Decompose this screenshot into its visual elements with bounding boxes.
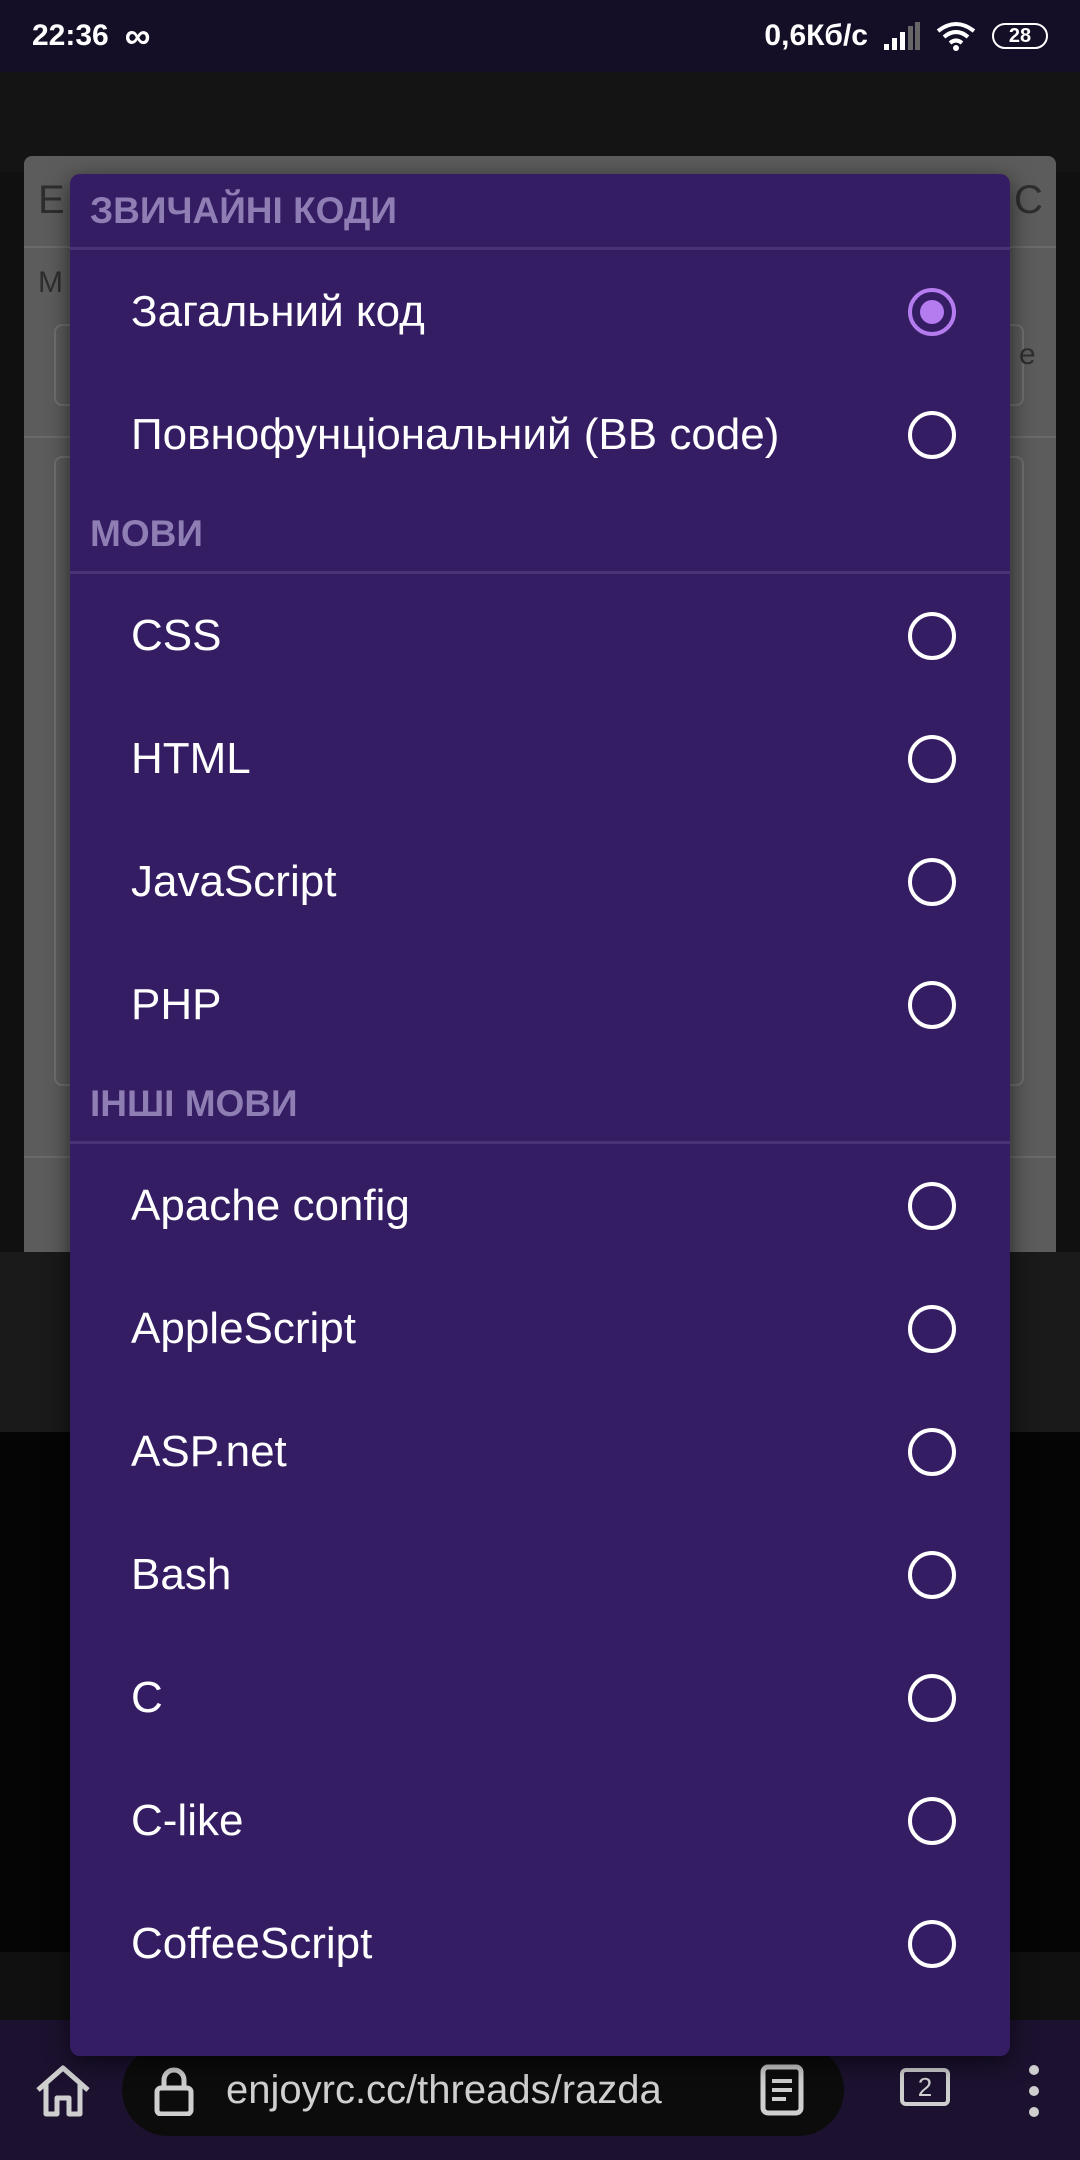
- status-bar-left: 22:36 ∞: [32, 15, 150, 57]
- radio-unselected-icon[interactable]: [908, 611, 956, 660]
- option-php[interactable]: PHP: [70, 943, 1010, 1066]
- background-chevron-fragment: e: [1019, 338, 1036, 371]
- section-header-other-languages: ІНШІ МОВИ: [70, 1066, 1010, 1144]
- wifi-icon: [936, 22, 976, 51]
- radio-unselected-icon[interactable]: [908, 1181, 956, 1230]
- option-asp-net[interactable]: ASP.net: [70, 1390, 1010, 1513]
- option-label: ASP.net: [131, 1426, 287, 1476]
- option-label: PHP: [131, 979, 222, 1029]
- radio-unselected-icon[interactable]: [908, 1427, 956, 1476]
- status-bar: 22:36 ∞ 0,6Кб/с 28: [0, 0, 1080, 72]
- network-speed: 0,6Кб/с: [764, 19, 868, 52]
- option-label: Загальний код: [131, 286, 425, 336]
- option-general-code[interactable]: Загальний код: [70, 250, 1010, 373]
- option-label: CSS: [131, 610, 222, 660]
- background-close-fragment: C: [1014, 178, 1043, 222]
- radio-unselected-icon[interactable]: [908, 1673, 956, 1722]
- background-title-fragment: E: [38, 178, 65, 222]
- option-applescript[interactable]: AppleScript: [70, 1267, 1010, 1390]
- section-title: ІНШІ МОВИ: [90, 1082, 298, 1124]
- section-title: МОВИ: [90, 512, 203, 554]
- option-css[interactable]: CSS: [70, 574, 1010, 697]
- option-label: Повнофунціональний (BB code): [131, 409, 780, 459]
- radio-unselected-icon[interactable]: [908, 734, 956, 783]
- option-javascript[interactable]: JavaScript: [70, 820, 1010, 943]
- option-label: HTML: [131, 733, 251, 783]
- section-header-common-codes: ЗВИЧАЙНІ КОДИ: [70, 174, 1010, 250]
- battery-icon: 28: [992, 23, 1048, 49]
- option-label: C: [131, 1672, 163, 1722]
- radio-unselected-icon[interactable]: [908, 1796, 956, 1845]
- url-text[interactable]: enjoyrc.cc/threads/razda: [226, 2062, 716, 2118]
- radio-unselected-icon[interactable]: [908, 1919, 956, 1968]
- section-title: ЗВИЧАЙНІ КОДИ: [90, 189, 397, 231]
- more-icon[interactable]: [1028, 2064, 1040, 2118]
- option-label: C-like: [131, 1795, 244, 1845]
- option-label: AppleScript: [131, 1303, 357, 1353]
- home-icon[interactable]: [34, 2064, 92, 2118]
- option-label: CoffeeScript: [131, 1918, 373, 1968]
- option-label: Apache config: [131, 1180, 410, 1230]
- option-coffeescript[interactable]: CoffeeScript: [70, 1882, 1010, 2005]
- background-label-fragment: M: [38, 266, 63, 299]
- lock-icon: [154, 2067, 194, 2116]
- radio-unselected-icon[interactable]: [908, 980, 956, 1029]
- radio-unselected-icon[interactable]: [908, 1304, 956, 1353]
- infinity-icon: ∞: [124, 15, 151, 56]
- option-html[interactable]: HTML: [70, 697, 1010, 820]
- option-c[interactable]: C: [70, 1636, 1010, 1759]
- status-bar-right: 0,6Кб/с 28: [764, 19, 1048, 53]
- option-bash[interactable]: Bash: [70, 1513, 1010, 1636]
- radio-unselected-icon[interactable]: [908, 410, 956, 459]
- tab-count: 2: [917, 2071, 933, 2102]
- signal-icon: [884, 22, 920, 50]
- reader-icon[interactable]: [760, 2064, 804, 2116]
- radio-selected-icon[interactable]: [908, 287, 956, 336]
- code-type-dialog: ЗВИЧАЙНІ КОДИ Загальний код Повнофунціон…: [70, 174, 1010, 2056]
- tabs-icon[interactable]: 2: [900, 2068, 950, 2106]
- option-apache-config[interactable]: Apache config: [70, 1144, 1010, 1267]
- option-c-like[interactable]: C-like: [70, 1759, 1010, 1882]
- radio-unselected-icon[interactable]: [908, 857, 956, 906]
- clock: 22:36: [32, 19, 109, 52]
- option-label: JavaScript: [131, 856, 337, 906]
- radio-unselected-icon[interactable]: [908, 1550, 956, 1599]
- option-label: Bash: [131, 1549, 232, 1599]
- section-header-languages: МОВИ: [70, 496, 1010, 574]
- option-bb-code[interactable]: Повнофунціональний (BB code): [70, 373, 1010, 496]
